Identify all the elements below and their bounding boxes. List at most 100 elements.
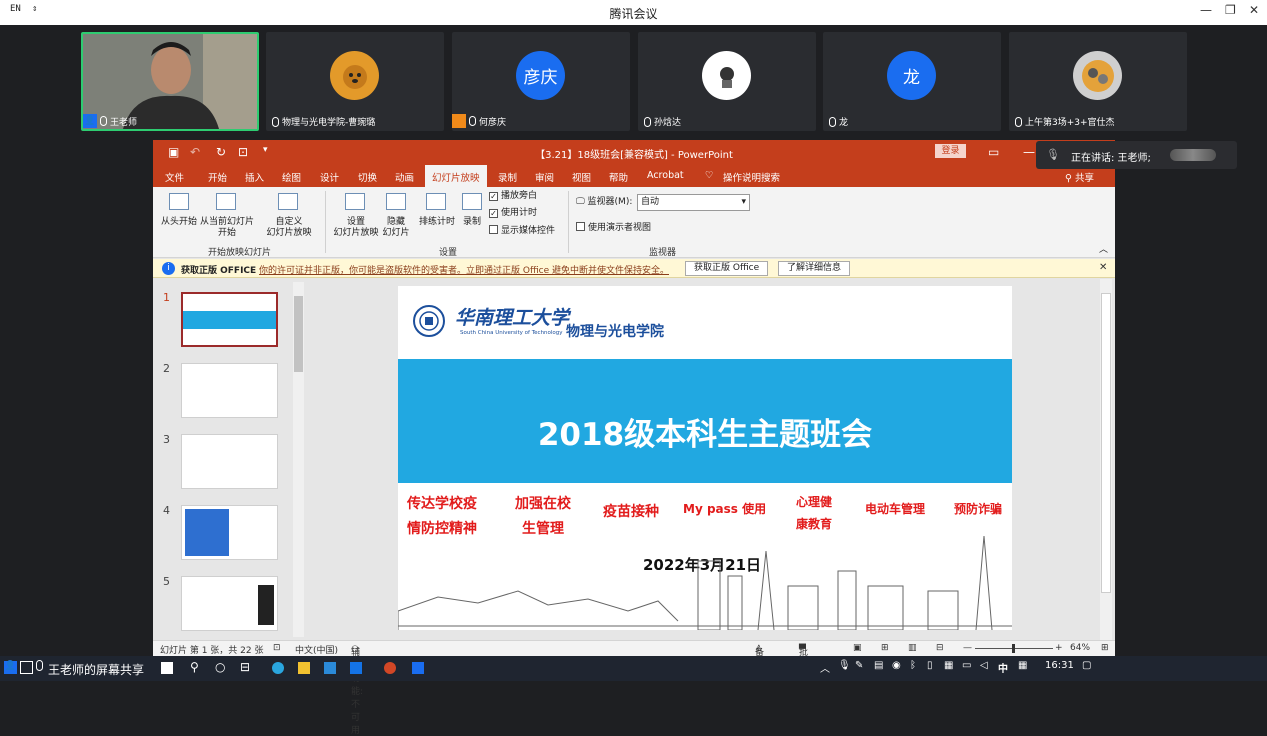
cortana-icon[interactable]: ○ bbox=[215, 660, 225, 674]
zoom-level[interactable]: 64% bbox=[1070, 643, 1090, 653]
from-start-button[interactable]: 从头开始 bbox=[157, 217, 201, 228]
slide-scrollbar[interactable] bbox=[1100, 279, 1112, 640]
zoom-in-icon[interactable]: + bbox=[1055, 643, 1063, 653]
tab-transitions[interactable]: 切换 bbox=[358, 170, 377, 184]
status-bar: 幻灯片 第 1 张，共 22 张 ⊡ 中文(中国) ⚇ 辅助功能: 不可用 ≙ … bbox=[153, 640, 1115, 736]
slide-thumbnail[interactable] bbox=[181, 576, 278, 631]
network-icon[interactable]: ▤ bbox=[874, 660, 883, 671]
hide-slide-button[interactable]: 隐藏 幻灯片 bbox=[379, 217, 413, 239]
record-button[interactable]: 录制 bbox=[460, 217, 484, 228]
from-current-button[interactable]: 从当前幻灯片 开始 bbox=[197, 217, 257, 239]
participant-tile[interactable]: 孙焓达 bbox=[638, 32, 816, 131]
tab-animations[interactable]: 动画 bbox=[395, 170, 414, 184]
tab-review[interactable]: 审阅 bbox=[535, 170, 554, 184]
task-view-icon[interactable]: ⊟ bbox=[240, 660, 250, 674]
tab-file[interactable]: 文件 bbox=[165, 170, 184, 184]
edge-icon[interactable] bbox=[272, 662, 284, 674]
close-icon[interactable]: ✕ bbox=[1249, 3, 1259, 17]
minimize-icon[interactable]: — bbox=[1200, 3, 1212, 17]
zoom-out-icon[interactable]: — bbox=[963, 643, 972, 653]
tab-draw[interactable]: 绘图 bbox=[282, 170, 301, 184]
volume-icon[interactable]: ◁ bbox=[980, 660, 988, 671]
zoom-slider-handle[interactable] bbox=[1012, 644, 1015, 653]
minimize-icon[interactable]: — bbox=[1023, 145, 1035, 159]
custom-show-button[interactable]: 自定义 幻灯片放映 bbox=[261, 217, 317, 239]
topic-item: 心理健康教育 bbox=[796, 495, 833, 531]
slide-thumbnail[interactable] bbox=[181, 363, 278, 418]
ime-indicator[interactable]: 中 bbox=[998, 660, 1008, 675]
notice-message[interactable]: 你的许可证并非正版，你可能是盗版软件的受害者。立即通过正版 Office 避免中… bbox=[259, 263, 669, 276]
reading-view-icon[interactable]: ▥ bbox=[908, 643, 917, 653]
app-tray-icon[interactable]: ▦ bbox=[944, 660, 953, 671]
participant-tile[interactable]: 上午第3场+3+官仕杰 bbox=[1009, 32, 1187, 131]
thumb-number: 2 bbox=[163, 362, 170, 375]
thumb-number: 3 bbox=[163, 433, 170, 446]
slide-thumbnail[interactable] bbox=[181, 292, 278, 347]
tab-help[interactable]: 帮助 bbox=[609, 170, 628, 184]
ribbon: 从头开始 从当前幻灯片 开始 自定义 幻灯片放映 开始放映幻灯片 设置 幻灯片放… bbox=[153, 187, 1115, 258]
play-narration-checkbox[interactable]: ✓ 播放旁白 bbox=[489, 191, 537, 202]
setup-slideshow-button[interactable]: 设置 幻灯片放映 bbox=[331, 217, 381, 239]
normal-view-icon[interactable]: ▣ bbox=[853, 643, 862, 653]
learn-more-button[interactable]: 了解详细信息 bbox=[778, 261, 851, 276]
pen-icon[interactable]: ✎ bbox=[855, 660, 863, 671]
share-button[interactable]: ⚲ 共享 bbox=[1065, 170, 1094, 184]
tab-design[interactable]: 设计 bbox=[320, 170, 339, 184]
mail-icon[interactable] bbox=[350, 662, 362, 674]
slideshow-view-icon[interactable]: ⊟ bbox=[936, 643, 944, 653]
language-status[interactable]: 中文(中国) bbox=[295, 643, 338, 656]
get-genuine-office-button[interactable]: 获取正版 Office bbox=[685, 261, 769, 276]
show-media-checkbox[interactable]: 显示媒体控件 bbox=[489, 225, 555, 237]
tray-mic-icon[interactable]: 🎙 bbox=[838, 660, 851, 671]
participant-tile[interactable]: 龙 龙 bbox=[823, 32, 1001, 131]
show-hidden-icons-icon[interactable]: ︿ bbox=[820, 660, 830, 675]
monitor-select[interactable]: 自动 ▾ bbox=[637, 194, 750, 211]
collapse-ribbon-icon[interactable]: ︿ bbox=[1099, 245, 1108, 256]
cartoon-avatar-icon bbox=[702, 51, 751, 100]
tab-acrobat[interactable]: Acrobat bbox=[647, 170, 684, 181]
slide-sorter-icon[interactable]: ⊞ bbox=[881, 643, 889, 653]
ime-mode-icon[interactable]: ▦ bbox=[1018, 660, 1027, 671]
bluetooth-icon[interactable]: ᛒ bbox=[910, 660, 916, 671]
ribbon-display-icon[interactable]: ▭ bbox=[988, 145, 999, 159]
windows-start-icon[interactable] bbox=[161, 662, 173, 674]
monitor-icon: 🖵 bbox=[576, 197, 588, 207]
tab-view[interactable]: 视图 bbox=[572, 170, 591, 184]
tab-slideshow[interactable]: 幻灯片放映 bbox=[425, 165, 487, 187]
tab-insert[interactable]: 插入 bbox=[245, 170, 264, 184]
school-name-en: South China University of Technology bbox=[460, 330, 563, 336]
tab-home[interactable]: 开始 bbox=[208, 170, 227, 184]
tell-me-search[interactable]: 操作说明搜索 bbox=[723, 170, 780, 184]
notification-icon[interactable]: ▢ bbox=[1082, 660, 1091, 671]
participant-tile[interactable]: 彦庆 何彦庆 bbox=[452, 32, 630, 131]
thumbnail-scrollbar[interactable] bbox=[293, 282, 304, 637]
group-setup: 设置 bbox=[439, 248, 458, 258]
search-icon[interactable]: ⚲ bbox=[190, 660, 199, 674]
tencent-meeting-icon[interactable] bbox=[412, 662, 424, 674]
mic-icon: 🎙 bbox=[1046, 148, 1060, 161]
rehearse-timing-button[interactable]: 排练计时 bbox=[415, 217, 459, 228]
screen-share-label[interactable]: 王老师的屏幕共享 bbox=[0, 656, 158, 681]
store-icon[interactable] bbox=[324, 662, 336, 674]
powerpoint-taskbar-icon[interactable] bbox=[384, 662, 396, 674]
mic-muted-icon bbox=[1015, 116, 1022, 127]
participant-tile[interactable]: 物理与光电学院-曹琬璐 bbox=[266, 32, 444, 131]
participant-tile[interactable]: 👤 王老师 bbox=[81, 32, 259, 131]
restore-icon[interactable]: ❐ bbox=[1225, 3, 1236, 17]
wechat-icon[interactable]: ◉ bbox=[892, 660, 901, 671]
battery-icon[interactable]: ▯ bbox=[927, 660, 933, 671]
use-timing-checkbox[interactable]: ✓ 使用计时 bbox=[489, 208, 537, 219]
display-icon[interactable]: ▭ bbox=[962, 660, 971, 671]
close-icon[interactable]: ✕ bbox=[1099, 262, 1107, 273]
spelling-icon[interactable]: ⊡ bbox=[273, 643, 281, 653]
login-button[interactable]: 登录 bbox=[935, 144, 966, 158]
presenter-view-checkbox[interactable]: 使用演示者视图 bbox=[576, 222, 651, 234]
file-explorer-icon[interactable] bbox=[298, 662, 310, 674]
clock[interactable]: 16:31 bbox=[1045, 660, 1074, 671]
fit-to-window-icon[interactable]: ⊞ bbox=[1101, 643, 1109, 653]
slide-canvas[interactable]: 华南理工大学 South China University of Technol… bbox=[398, 286, 1012, 630]
slide-thumbnail[interactable] bbox=[181, 434, 278, 489]
slide-thumbnail[interactable] bbox=[181, 505, 278, 560]
tab-record[interactable]: 录制 bbox=[498, 170, 517, 184]
play-from-start-icon bbox=[169, 193, 189, 210]
